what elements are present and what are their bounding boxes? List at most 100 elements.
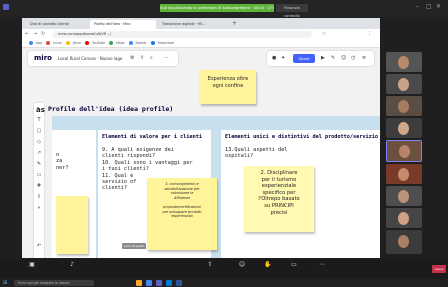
board-name[interactable]: Local Rural Canvas · Nuovo lago (58, 56, 122, 61)
reactions-icon[interactable]: ☺ (341, 55, 346, 61)
participant-video (398, 190, 409, 203)
participant-tile[interactable] (386, 208, 422, 228)
word-icon[interactable] (176, 280, 182, 286)
bookmark-item[interactable]: Traduttore (158, 41, 174, 45)
share-screen-button[interactable]: ⇧ (200, 261, 220, 269)
give-up-control-button[interactable]: Rinuncia controllo (276, 4, 308, 18)
chat-button[interactable]: ▭ (284, 261, 304, 269)
bookmark-item[interactable]: Notizie (136, 41, 147, 45)
more-tools-icon[interactable]: » (34, 205, 44, 211)
miro-board-canvas[interactable]: miro Local Rural Canvas · Nuovo lago ⚙ ⇪… (22, 48, 380, 258)
meeting-top-bar: Stai visualizzando la schermata di Sotto… (0, 0, 448, 18)
teams-meeting-window: Stai visualizzando la schermata di Sotto… (0, 0, 448, 287)
back-icon[interactable]: ← (25, 31, 29, 37)
more-icon[interactable]: ⋯ (164, 55, 169, 61)
upload-tool-icon[interactable]: ⇧ (34, 194, 44, 200)
participant-video (398, 56, 409, 69)
outlook-icon[interactable] (166, 280, 172, 286)
shared-browser-window: Dati di contatto cliente Profilo dell'id… (22, 18, 380, 258)
undo-icon[interactable]: ↶ (34, 243, 44, 249)
video-toggle-button[interactable]: ▣ (22, 261, 42, 269)
participant-tile[interactable] (386, 52, 422, 72)
teams-icon[interactable] (156, 280, 162, 286)
file-explorer-icon[interactable] (136, 280, 142, 286)
bookmark-item[interactable]: YouTube (92, 41, 105, 45)
pen-tool-icon[interactable]: ✎ (34, 161, 44, 167)
share-button[interactable]: Share (293, 54, 315, 63)
miro-top-right-toolbar: ● ✦ Share ▶ ✎ ☺ ◷ ≡ (267, 51, 374, 66)
more-actions-button[interactable]: ⋯ (312, 261, 332, 269)
comment-icon[interactable]: ✎ (331, 55, 335, 61)
participant-video (398, 212, 409, 225)
bookmark-icon (85, 41, 90, 45)
export-icon[interactable]: ⇪ (140, 55, 144, 61)
comment-tool-icon[interactable]: ▭ (34, 172, 44, 178)
column-title: Elementi unici e distintivi del prodotto… (225, 134, 379, 140)
bookmark-icon (128, 41, 133, 45)
bookmark-item[interactable]: Drive (73, 41, 82, 45)
share-icon: ⇧ (207, 261, 213, 268)
browser-tab[interactable]: Transizione digitale · Mi... (158, 20, 228, 29)
windows-start-icon[interactable]: ⊞ (3, 280, 7, 286)
collaborator-avatar-icon[interactable]: ● (272, 55, 276, 61)
connector-tool-icon[interactable]: ↗ (34, 150, 44, 156)
reload-icon[interactable]: ↻ (41, 31, 45, 37)
sticky-note[interactable]: 3. coinvolgimento e sensibilizzazione pe… (147, 178, 217, 250)
raise-hand-button[interactable]: ✋ (258, 261, 278, 269)
sticky-note[interactable]: 2. Disciplinare per il turismo esperienz… (244, 166, 314, 232)
bookmark-item[interactable]: App (36, 41, 42, 45)
miro-tool-rail: ↖ T ▢ ◇ ↗ ✎ ▭ # ⇧ » ↶ (34, 103, 44, 258)
column-body: o za ner? (56, 152, 69, 171)
participant-tile[interactable] (386, 96, 422, 116)
raise-hand-icon: ✋ (264, 261, 272, 268)
new-tab-icon[interactable]: + (232, 20, 237, 27)
participant-video (398, 100, 409, 113)
frame-title[interactable]: Profile dell'idea (idea profile) (48, 105, 173, 113)
url-input[interactable]: miro.com/app/board/uXjVP..../ (52, 31, 312, 38)
sticky-note-tool-icon[interactable]: ▢ (34, 128, 44, 134)
browser-tab-active[interactable]: Profilo dell'idea · Miro (90, 20, 156, 29)
bookmark-icon (29, 41, 33, 45)
forward-icon[interactable]: → (33, 31, 37, 37)
participant-tile[interactable] (386, 230, 422, 254)
miro-logo[interactable]: miro (34, 54, 52, 62)
shape-tool-icon[interactable]: ◇ (34, 139, 44, 145)
search-icon[interactable]: ⌕ (150, 55, 153, 61)
collaborator-cursor-label: Luca Rossetti (122, 243, 146, 249)
board-menu-icon[interactable]: ≡ (362, 55, 366, 61)
participant-tile-speaking[interactable] (386, 140, 422, 162)
participant-tile[interactable] (386, 118, 422, 138)
sticky-note[interactable]: Esperienza oltre ogni confine (200, 70, 256, 104)
settings-icon[interactable]: ⚙ (130, 55, 134, 61)
screen-share-banner: Stai visualizzando la schermata di Sotto… (160, 4, 274, 12)
sticky-note-text: 3. coinvolgimento e sensibilizzazione pe… (162, 182, 202, 219)
chat-icon: ▭ (291, 261, 297, 268)
bookmark-item[interactable]: Inizio (53, 41, 61, 45)
frame-tool-icon[interactable]: # (34, 183, 44, 189)
browser-menu-icon[interactable]: ⋮ (367, 31, 372, 37)
text-tool-icon[interactable]: T (34, 117, 44, 123)
maximize-button[interactable]: □ (426, 3, 432, 10)
column-body: 13.Quali aspetti del ospitali? (225, 147, 288, 160)
participant-tile[interactable] (386, 74, 422, 94)
browser-tab[interactable]: Dati di contatto cliente (26, 20, 88, 29)
reactions-button[interactable]: ☺ (232, 261, 252, 269)
column-title: Elementi di valore per i clienti (102, 134, 202, 140)
minimize-button[interactable]: – (416, 3, 419, 10)
taskbar-search-input[interactable]: Scrivi qui per eseguire la ricerca (14, 280, 94, 286)
bookmark-item[interactable]: Maps (116, 41, 124, 45)
sticky-note[interactable] (56, 196, 88, 254)
close-window-button[interactable]: ✕ (436, 3, 441, 10)
celebrate-icon[interactable]: ✦ (281, 55, 285, 61)
participant-tile[interactable] (386, 186, 422, 206)
participant-tile[interactable] (386, 164, 422, 184)
mic-toggle-button[interactable]: ♪ (62, 261, 82, 269)
participant-video (399, 145, 410, 158)
present-icon[interactable]: ▶ (321, 55, 325, 61)
star-icon[interactable]: ☆ (322, 31, 326, 37)
chrome-icon[interactable] (146, 280, 152, 286)
bookmark-icon (150, 41, 155, 45)
bookmark-icon (109, 41, 114, 45)
leave-call-button[interactable]: Leave (432, 265, 446, 273)
timer-icon[interactable]: ◷ (351, 55, 355, 61)
